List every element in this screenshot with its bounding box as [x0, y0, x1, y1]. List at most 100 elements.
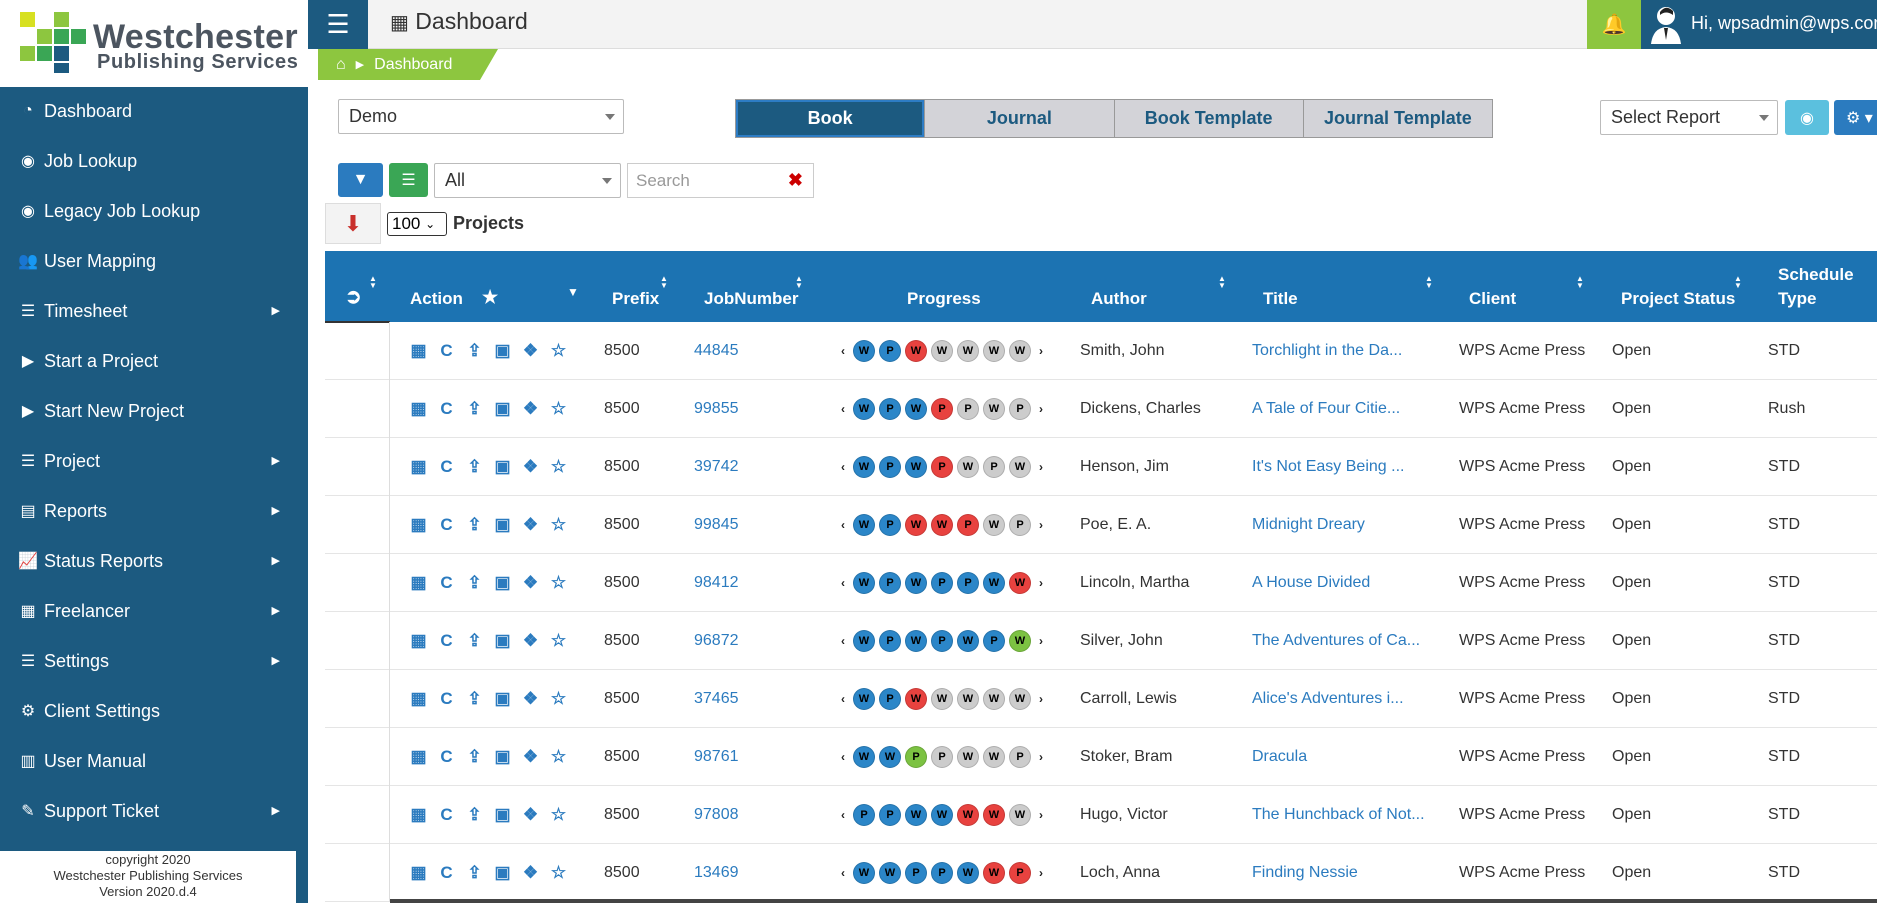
progress-stage-blue[interactable]: P [905, 862, 927, 884]
dropbox-icon[interactable]: ❖ [521, 516, 540, 534]
jobnumber-link[interactable]: 44845 [694, 322, 739, 380]
progress-stage-blue[interactable]: W [931, 804, 953, 826]
title-link[interactable]: A Tale of Four Citie... [1252, 380, 1400, 438]
contact-card-icon[interactable]: ▣ [493, 806, 512, 824]
contact-card-icon[interactable]: ▣ [493, 632, 512, 650]
list-view-button[interactable]: ☰ [389, 163, 428, 197]
chevron-left-icon[interactable]: ‹ [837, 634, 849, 648]
sidebar-item-freelancer[interactable]: ▦ Freelancer ▶ [0, 586, 308, 636]
header-project-status[interactable]: Project Status [1621, 289, 1735, 309]
progress-stage-gray[interactable]: W [983, 688, 1005, 710]
progress-stage-red[interactable]: W [983, 862, 1005, 884]
logo[interactable]: Westchester Publishing Services [0, 0, 308, 87]
progress-stage-blue[interactable]: W [853, 456, 875, 478]
progress-stage-red[interactable]: W [983, 804, 1005, 826]
progress-stage-blue[interactable]: P [879, 340, 901, 362]
sidebar-item-start-a-project[interactable]: ▶ Start a Project [0, 336, 308, 386]
sidebar-item-user-manual[interactable]: ▥ User Manual [0, 736, 308, 786]
upload-icon[interactable]: ⇪ [465, 574, 484, 592]
calendar-icon[interactable]: ▦ [409, 516, 428, 534]
copy-c-icon[interactable]: C [437, 864, 456, 882]
progress-stage-gray[interactable]: P [1009, 514, 1031, 536]
chevron-right-icon[interactable]: › [1035, 808, 1047, 822]
calendar-icon[interactable]: ▦ [409, 690, 428, 708]
progress-stage-red[interactable]: P [1009, 862, 1031, 884]
progress-stage-blue[interactable]: W [853, 746, 875, 768]
filter-button[interactable]: ▼ [338, 163, 383, 197]
copy-c-icon[interactable]: C [437, 342, 456, 360]
progress-stage-green[interactable]: W [1009, 630, 1031, 652]
progress-stage-blue[interactable]: W [853, 862, 875, 884]
calendar-icon[interactable]: ▦ [409, 864, 428, 882]
star-icon[interactable]: ☆ [549, 864, 568, 882]
progress-stage-blue[interactable]: P [931, 862, 953, 884]
progress-stage-gray[interactable]: W [1009, 804, 1031, 826]
contact-card-icon[interactable]: ▣ [493, 516, 512, 534]
chevron-left-icon[interactable]: ‹ [837, 576, 849, 590]
contact-card-icon[interactable]: ▣ [493, 748, 512, 766]
calendar-icon[interactable]: ▦ [409, 748, 428, 766]
header-author[interactable]: Author [1091, 289, 1147, 309]
header-schedule-line2[interactable]: Type [1778, 289, 1816, 309]
view-report-button[interactable]: ◉ [1785, 100, 1829, 135]
copy-c-icon[interactable]: C [437, 632, 456, 650]
progress-stage-gray[interactable]: W [983, 514, 1005, 536]
progress-stage-gray[interactable]: W [1009, 340, 1031, 362]
star-icon[interactable]: ☆ [549, 574, 568, 592]
filter-select[interactable]: All [434, 163, 621, 198]
chevron-left-icon[interactable]: ‹ [837, 460, 849, 474]
breadcrumb-current[interactable]: Dashboard [374, 56, 452, 74]
chevron-left-icon[interactable]: ‹ [837, 750, 849, 764]
home-icon[interactable]: ⌂ [336, 56, 346, 74]
copy-c-icon[interactable]: C [437, 574, 456, 592]
progress-stage-blue[interactable]: W [905, 398, 927, 420]
contact-card-icon[interactable]: ▣ [493, 864, 512, 882]
progress-stage-blue[interactable]: W [879, 862, 901, 884]
sidebar-item-client-settings[interactable]: ⚙ Client Settings [0, 686, 308, 736]
progress-stage-gray[interactable]: P [1009, 398, 1031, 420]
star-icon[interactable]: ☆ [549, 690, 568, 708]
header-schedule-line1[interactable]: Schedule [1778, 265, 1854, 285]
progress-stage-green[interactable]: P [905, 746, 927, 768]
progress-stage-gray[interactable]: P [1009, 746, 1031, 768]
sidebar-item-reports[interactable]: ▤ Reports ▶ [0, 486, 308, 536]
progress-stage-blue[interactable]: P [879, 688, 901, 710]
progress-stage-blue[interactable]: W [957, 862, 979, 884]
chevron-right-icon[interactable]: › [1035, 344, 1047, 358]
download-button[interactable]: ⬇ [325, 203, 381, 244]
upload-icon[interactable]: ⇪ [465, 806, 484, 824]
chevron-right-icon[interactable]: › [1035, 576, 1047, 590]
jobnumber-link[interactable]: 97808 [694, 786, 739, 844]
jobnumber-link[interactable]: 37465 [694, 670, 739, 728]
progress-stage-blue[interactable]: P [879, 630, 901, 652]
upload-icon[interactable]: ⇪ [465, 342, 484, 360]
chevron-left-icon[interactable]: ‹ [837, 808, 849, 822]
report-select[interactable]: Select Report [1600, 100, 1778, 135]
header-title[interactable]: Title [1263, 289, 1298, 309]
settings-dropdown-button[interactable]: ⚙ ▾ [1834, 100, 1877, 135]
progress-stage-gray[interactable]: P [931, 746, 953, 768]
sidebar-item-job-lookup[interactable]: ◉ Job Lookup [0, 136, 308, 186]
progress-stage-blue[interactable]: W [905, 630, 927, 652]
contact-card-icon[interactable]: ▣ [493, 458, 512, 476]
tab-journal-template[interactable]: Journal Template [1304, 100, 1492, 137]
jobnumber-link[interactable]: 98761 [694, 728, 739, 786]
chevron-right-icon[interactable]: › [1035, 692, 1047, 706]
progress-stage-blue[interactable]: W [853, 572, 875, 594]
progress-stage-gray[interactable]: W [1009, 688, 1031, 710]
chevron-right-icon[interactable]: › [1035, 866, 1047, 880]
upload-icon[interactable]: ⇪ [465, 400, 484, 418]
progress-stage-red[interactable]: W [905, 688, 927, 710]
contact-card-icon[interactable]: ▣ [493, 342, 512, 360]
progress-stage-red[interactable]: W [1009, 572, 1031, 594]
jobnumber-link[interactable]: 39742 [694, 438, 739, 496]
tab-book-template[interactable]: Book Template [1115, 100, 1304, 137]
progress-stage-blue[interactable]: W [853, 340, 875, 362]
chevron-left-icon[interactable]: ‹ [837, 518, 849, 532]
calendar-icon[interactable]: ▦ [409, 806, 428, 824]
user-menu[interactable]: Hi, wpsadmin@wps.com [1641, 0, 1877, 49]
progress-stage-red[interactable]: W [905, 514, 927, 536]
progress-stage-red[interactable]: W [931, 514, 953, 536]
chevron-left-icon[interactable]: ‹ [837, 402, 849, 416]
jobnumber-link[interactable]: 13469 [694, 844, 739, 902]
